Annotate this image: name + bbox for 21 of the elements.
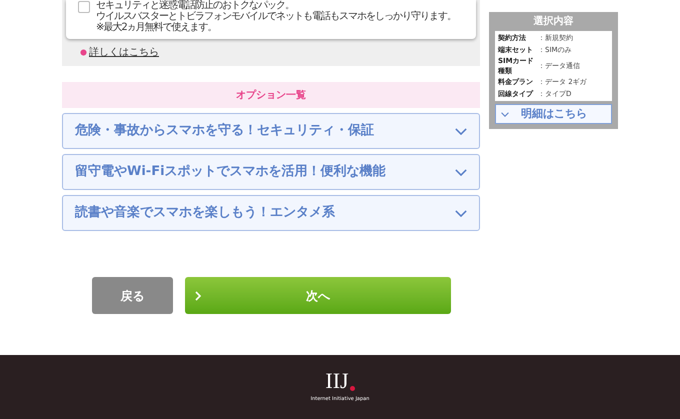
plan-description: セキュリティと迷惑電話防止のおトクなパック。 [96,0,295,11]
summary-title: 選択内容 [532,14,574,29]
checkbox[interactable] [78,1,90,13]
accordion-item[interactable]: 読書や音楽でスマホを楽しもう！エンタメ系 [62,195,480,231]
options-heading: オプション一覧 [236,88,306,102]
dot-icon [350,386,355,392]
next-button[interactable]: 次へ [185,277,451,314]
chevron-icon [455,128,467,134]
accordion-item[interactable]: 留守電やWi-Fiスポットでスマホを活用！便利な機能 [62,154,480,190]
back-button[interactable]: 戻る [92,277,173,314]
chevron-icon [455,210,467,216]
details-link[interactable]: 詳しくはこちら [89,45,159,60]
chevron-icon [501,112,509,116]
chevron-right-icon [195,290,201,300]
plan-description: ウイルスバスターとトビラフォンモバイルでネットも電話もスマホをしっかり守ります。 [96,11,456,22]
accordion-item[interactable]: 危険・事故からスマホを守る！セキュリティ・保証 [62,113,480,149]
details-button[interactable]: 明細はこちら [495,104,612,124]
plan-description: ※最大2ヵ月無料で使えます。 [96,22,218,33]
logo-text: IIJ [325,370,349,392]
link-icon [80,49,87,56]
chevron-icon [455,168,467,176]
